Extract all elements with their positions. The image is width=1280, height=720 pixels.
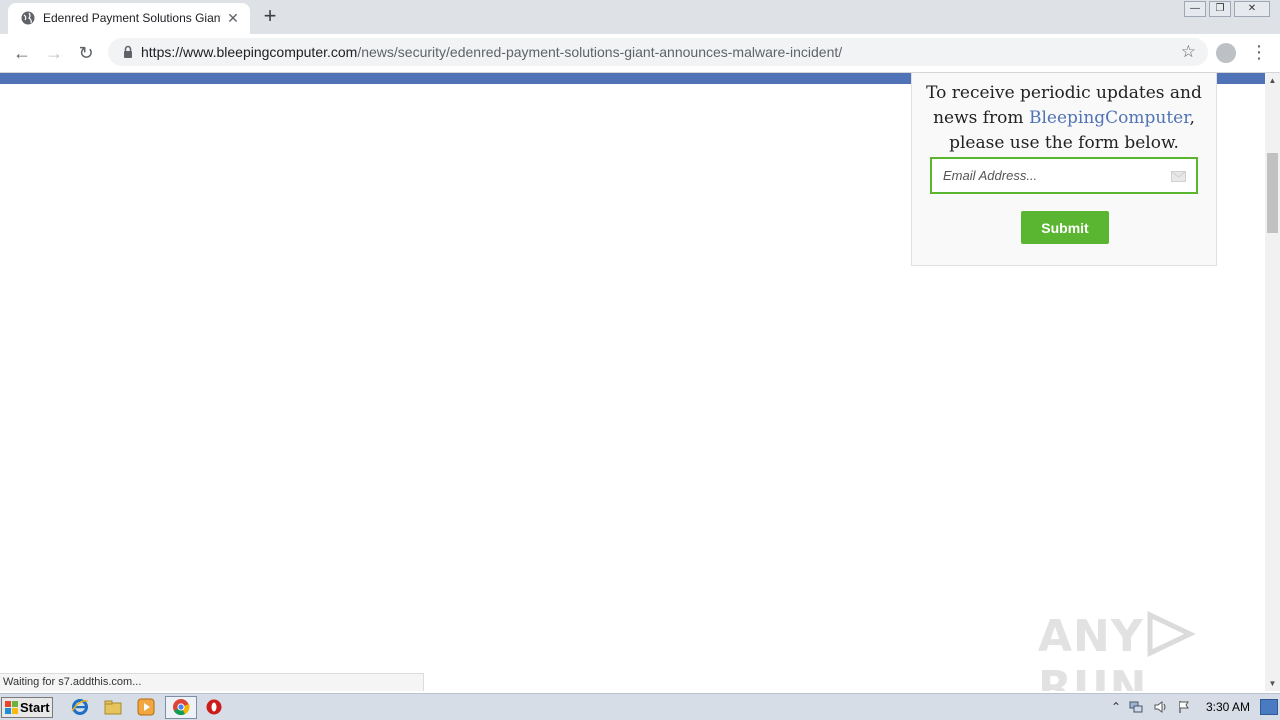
file-explorer-icon[interactable] bbox=[104, 698, 122, 716]
network-icon[interactable] bbox=[1129, 700, 1143, 714]
anyrun-watermark: ANY RUN bbox=[1038, 611, 1265, 691]
new-tab-button[interactable]: + bbox=[259, 5, 281, 27]
tab-strip: Edenred Payment Solutions Giant Announce… bbox=[0, 0, 1280, 34]
taskbar-clock[interactable]: 3:30 AM bbox=[1206, 700, 1250, 714]
back-button[interactable]: ← bbox=[11, 42, 33, 64]
status-bubble: Waiting for s7.addthis.com... bbox=[0, 673, 424, 691]
newsletter-line-2-suffix: , bbox=[1189, 108, 1195, 128]
newsletter-description: To receive periodic updates and news fro… bbox=[912, 81, 1216, 156]
show-desktop-button[interactable] bbox=[1260, 699, 1278, 715]
profile-avatar-icon[interactable] bbox=[1216, 43, 1236, 63]
newsletter-line-2-prefix: news from bbox=[933, 108, 1029, 128]
browser-toolbar: ← → ↻ https://www.bleepingcomputer.com/n… bbox=[0, 34, 1280, 73]
scroll-thumb[interactable] bbox=[1267, 153, 1278, 233]
bookmark-star-icon[interactable]: ☆ bbox=[1181, 42, 1196, 62]
globe-icon bbox=[21, 11, 35, 25]
tab-close-icon[interactable]: ✕ bbox=[225, 10, 241, 26]
submit-button[interactable]: Submit bbox=[1021, 211, 1109, 244]
page-scrollbar[interactable]: ▲ ▼ bbox=[1265, 73, 1280, 691]
scroll-down-arrow-icon[interactable]: ▼ bbox=[1265, 676, 1280, 691]
start-label: Start bbox=[20, 700, 50, 715]
newsletter-signup-box: To receive periodic updates and news fro… bbox=[911, 73, 1217, 266]
bleepingcomputer-link[interactable]: BleepingComputer bbox=[1029, 108, 1190, 128]
opera-icon[interactable] bbox=[205, 698, 223, 716]
scroll-up-arrow-icon[interactable]: ▲ bbox=[1265, 73, 1280, 88]
windows-logo-icon bbox=[5, 701, 18, 714]
newsletter-line-3: please use the form below. bbox=[949, 133, 1179, 153]
url-host: https://www.bleepingcomputer.com bbox=[141, 44, 358, 60]
newsletter-line-1: To receive periodic updates and bbox=[926, 83, 1202, 103]
tab-title: Edenred Payment Solutions Giant Announce… bbox=[43, 11, 221, 25]
page-viewport: To receive periodic updates and news fro… bbox=[0, 73, 1265, 691]
window-close-button[interactable]: ✕ bbox=[1234, 1, 1270, 17]
tray-expand-icon[interactable]: ⌃ bbox=[1109, 700, 1123, 714]
window-minimize-button[interactable]: — bbox=[1184, 1, 1206, 17]
email-input[interactable] bbox=[930, 157, 1198, 194]
watermark-right-text: RUN bbox=[1038, 662, 1148, 691]
reload-button[interactable]: ↻ bbox=[75, 42, 97, 64]
envelope-icon bbox=[1171, 171, 1186, 182]
forward-button[interactable]: → bbox=[43, 42, 65, 64]
action-center-flag-icon[interactable] bbox=[1177, 700, 1191, 714]
play-logo-icon bbox=[1147, 611, 1196, 657]
browser-menu-icon[interactable]: ⋮ bbox=[1250, 41, 1268, 63]
browser-tab[interactable]: Edenred Payment Solutions Giant Announce… bbox=[8, 3, 250, 34]
address-bar[interactable]: https://www.bleepingcomputer.com/news/se… bbox=[108, 38, 1208, 66]
internet-explorer-icon[interactable] bbox=[71, 698, 89, 716]
taskbar-chrome-button[interactable] bbox=[165, 696, 197, 719]
url-path: /news/security/edenred-payment-solutions… bbox=[357, 44, 843, 60]
lock-icon bbox=[124, 45, 132, 58]
windows-taskbar: Start ⌃ 3:30 AM bbox=[0, 693, 1280, 720]
chrome-icon bbox=[173, 699, 190, 716]
watermark-left-text: ANY bbox=[1038, 611, 1144, 662]
media-player-icon[interactable] bbox=[137, 698, 155, 716]
start-button[interactable]: Start bbox=[1, 697, 53, 718]
volume-icon[interactable] bbox=[1153, 700, 1167, 714]
window-restore-button[interactable]: ❐ bbox=[1209, 1, 1231, 17]
url-text: https://www.bleepingcomputer.com/news/se… bbox=[141, 44, 842, 60]
